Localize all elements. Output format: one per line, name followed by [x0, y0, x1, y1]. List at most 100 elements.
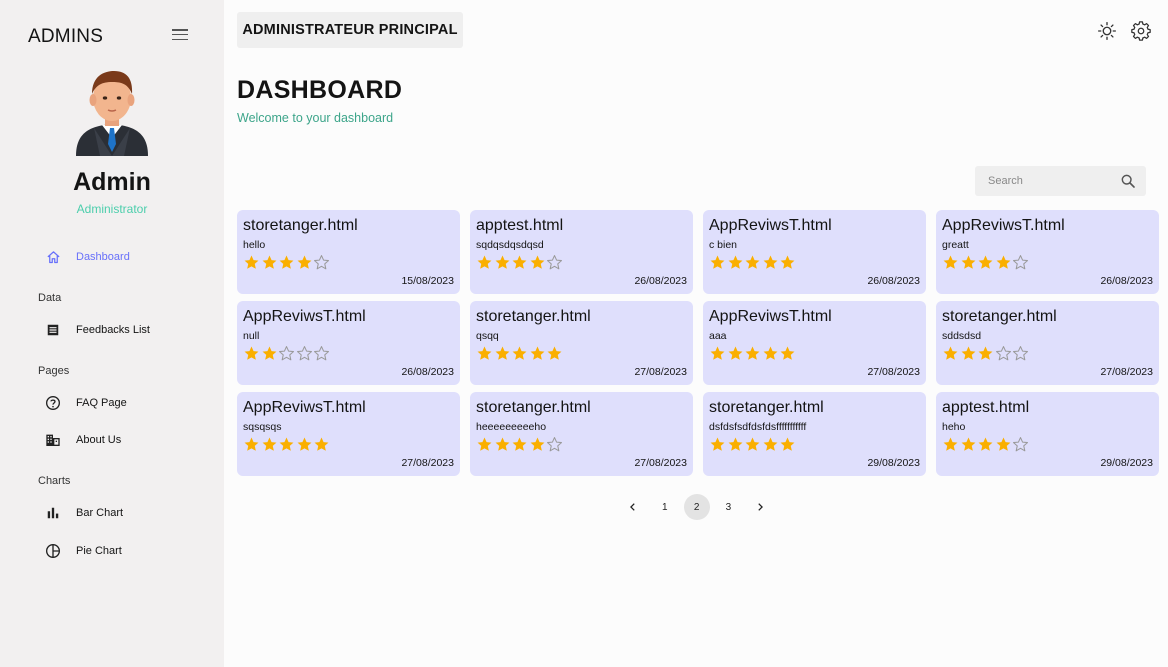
- feedback-text: heho: [942, 421, 966, 433]
- list-icon: [44, 321, 62, 339]
- feedback-title: AppReviwsT.html: [709, 308, 832, 325]
- feedback-text: greatt: [942, 239, 969, 251]
- feedback-card[interactable]: storetanger.html sddsdsd 27/08/2023: [936, 301, 1159, 385]
- feedback-date: 29/08/2023: [1100, 457, 1153, 469]
- menu-toggle-icon[interactable]: [172, 29, 188, 43]
- star-empty-icon: [313, 345, 330, 362]
- feedback-title: AppReviwsT.html: [243, 308, 366, 325]
- feedback-card[interactable]: storetanger.html dsfdsfsdfdsfdsffffffffff…: [703, 392, 926, 476]
- sidebar-item-label: Feedbacks List: [76, 324, 150, 336]
- help-circle-icon: [44, 394, 62, 412]
- sidebar: ADMINS Admin Administrator Dashboard Dat…: [0, 0, 224, 667]
- star-filled-icon: [278, 436, 295, 453]
- star-empty-icon: [1012, 436, 1029, 453]
- star-filled-icon: [494, 254, 511, 271]
- star-empty-icon: [995, 345, 1012, 362]
- profile-role: Administrator: [76, 202, 148, 216]
- star-rating: [942, 254, 1030, 271]
- star-empty-icon: [296, 345, 313, 362]
- sidebar-item-pie-chart[interactable]: Pie Chart: [44, 539, 122, 563]
- brand-title: ADMINS: [28, 26, 104, 47]
- search-input[interactable]: [975, 166, 1115, 196]
- star-empty-icon: [546, 254, 563, 271]
- star-rating: [243, 436, 331, 453]
- search-icon[interactable]: [1120, 173, 1136, 189]
- sidebar-item-label: FAQ Page: [76, 397, 127, 409]
- sun-icon[interactable]: [1096, 20, 1118, 42]
- feedback-card[interactable]: AppReviwsT.html greatt 26/08/2023: [936, 210, 1159, 294]
- star-filled-icon: [960, 254, 977, 271]
- feedback-text: heeeeeeeeeho: [476, 421, 547, 433]
- star-rating: [709, 436, 797, 453]
- star-rating: [476, 345, 564, 362]
- star-rating: [243, 345, 331, 362]
- star-filled-icon: [476, 436, 493, 453]
- feedback-card[interactable]: apptest.html sqdqsdqsdqsd 26/08/2023: [470, 210, 693, 294]
- feedback-card[interactable]: storetanger.html heeeeeeeeeho 27/08/2023: [470, 392, 693, 476]
- sidebar-item-label: About Us: [76, 434, 122, 446]
- feedback-card[interactable]: AppReviwsT.html c bien 26/08/2023: [703, 210, 926, 294]
- feedback-title: storetanger.html: [709, 399, 824, 416]
- feedback-card[interactable]: apptest.html heho 29/08/2023: [936, 392, 1159, 476]
- feedback-date: 26/08/2023: [1100, 275, 1153, 287]
- feedback-text: qsqq: [476, 330, 499, 342]
- star-filled-icon: [995, 254, 1012, 271]
- sidebar-item-label: Pie Chart: [76, 545, 122, 557]
- star-rating: [942, 436, 1030, 453]
- star-filled-icon: [296, 254, 313, 271]
- star-filled-icon: [494, 345, 511, 362]
- sidebar-item-dashboard[interactable]: Dashboard: [44, 245, 130, 269]
- star-filled-icon: [709, 254, 726, 271]
- sidebar-item-feedbacks[interactable]: Feedbacks List: [44, 318, 150, 342]
- star-filled-icon: [960, 436, 977, 453]
- feedback-card[interactable]: AppReviwsT.html null 26/08/2023: [237, 301, 460, 385]
- star-filled-icon: [727, 345, 744, 362]
- feedback-text: aaa: [709, 330, 727, 342]
- sidebar-item-about[interactable]: About Us: [44, 428, 121, 452]
- star-filled-icon: [942, 254, 959, 271]
- page-button-2[interactable]: 2: [683, 494, 710, 520]
- feedback-card[interactable]: storetanger.html hello 15/08/2023: [237, 210, 460, 294]
- star-filled-icon: [278, 254, 295, 271]
- feedback-card[interactable]: AppReviwsT.html aaa 27/08/2023: [703, 301, 926, 385]
- feedback-date: 27/08/2023: [634, 457, 687, 469]
- feedback-date: 27/08/2023: [867, 366, 920, 378]
- star-empty-icon: [313, 254, 330, 271]
- star-filled-icon: [243, 436, 260, 453]
- sidebar-item-faq[interactable]: FAQ Page: [44, 391, 127, 415]
- pie-chart-icon: [44, 542, 62, 560]
- page-button-1[interactable]: 1: [652, 494, 678, 520]
- star-empty-icon: [1012, 345, 1029, 362]
- star-filled-icon: [546, 345, 563, 362]
- gear-icon[interactable]: [1130, 20, 1152, 42]
- star-filled-icon: [779, 345, 796, 362]
- page-title: DASHBOARD: [237, 76, 403, 104]
- star-empty-icon: [1012, 254, 1029, 271]
- star-filled-icon: [960, 345, 977, 362]
- page-button-3[interactable]: 3: [715, 494, 741, 520]
- feedback-text: null: [243, 330, 260, 342]
- sidebar-item-label: Dashboard: [76, 251, 130, 263]
- star-rating: [476, 254, 564, 271]
- star-filled-icon: [529, 254, 546, 271]
- feedback-date: 27/08/2023: [634, 366, 687, 378]
- bar-chart-icon: [44, 504, 62, 522]
- star-rating: [709, 254, 797, 271]
- feedback-text: sqdqsdqsdqsd: [476, 239, 544, 251]
- feedback-card[interactable]: storetanger.html qsqq 27/08/2023: [470, 301, 693, 385]
- chevron-right-icon[interactable]: [747, 494, 773, 520]
- star-filled-icon: [977, 254, 994, 271]
- feedback-date: 27/08/2023: [401, 457, 454, 469]
- feedback-title: AppReviwsT.html: [942, 217, 1065, 234]
- pagination: 123: [620, 494, 779, 520]
- feedback-card[interactable]: AppReviwsT.html sqsqsqs 27/08/2023: [237, 392, 460, 476]
- role-badge: ADMINISTRATEUR PRINCIPAL: [237, 12, 463, 48]
- feedback-date: 26/08/2023: [401, 366, 454, 378]
- chevron-left-icon[interactable]: [620, 494, 646, 520]
- star-filled-icon: [296, 436, 313, 453]
- star-filled-icon: [709, 436, 726, 453]
- star-filled-icon: [727, 436, 744, 453]
- star-filled-icon: [243, 345, 260, 362]
- sidebar-item-bar-chart[interactable]: Bar Chart: [44, 501, 123, 525]
- star-filled-icon: [977, 345, 994, 362]
